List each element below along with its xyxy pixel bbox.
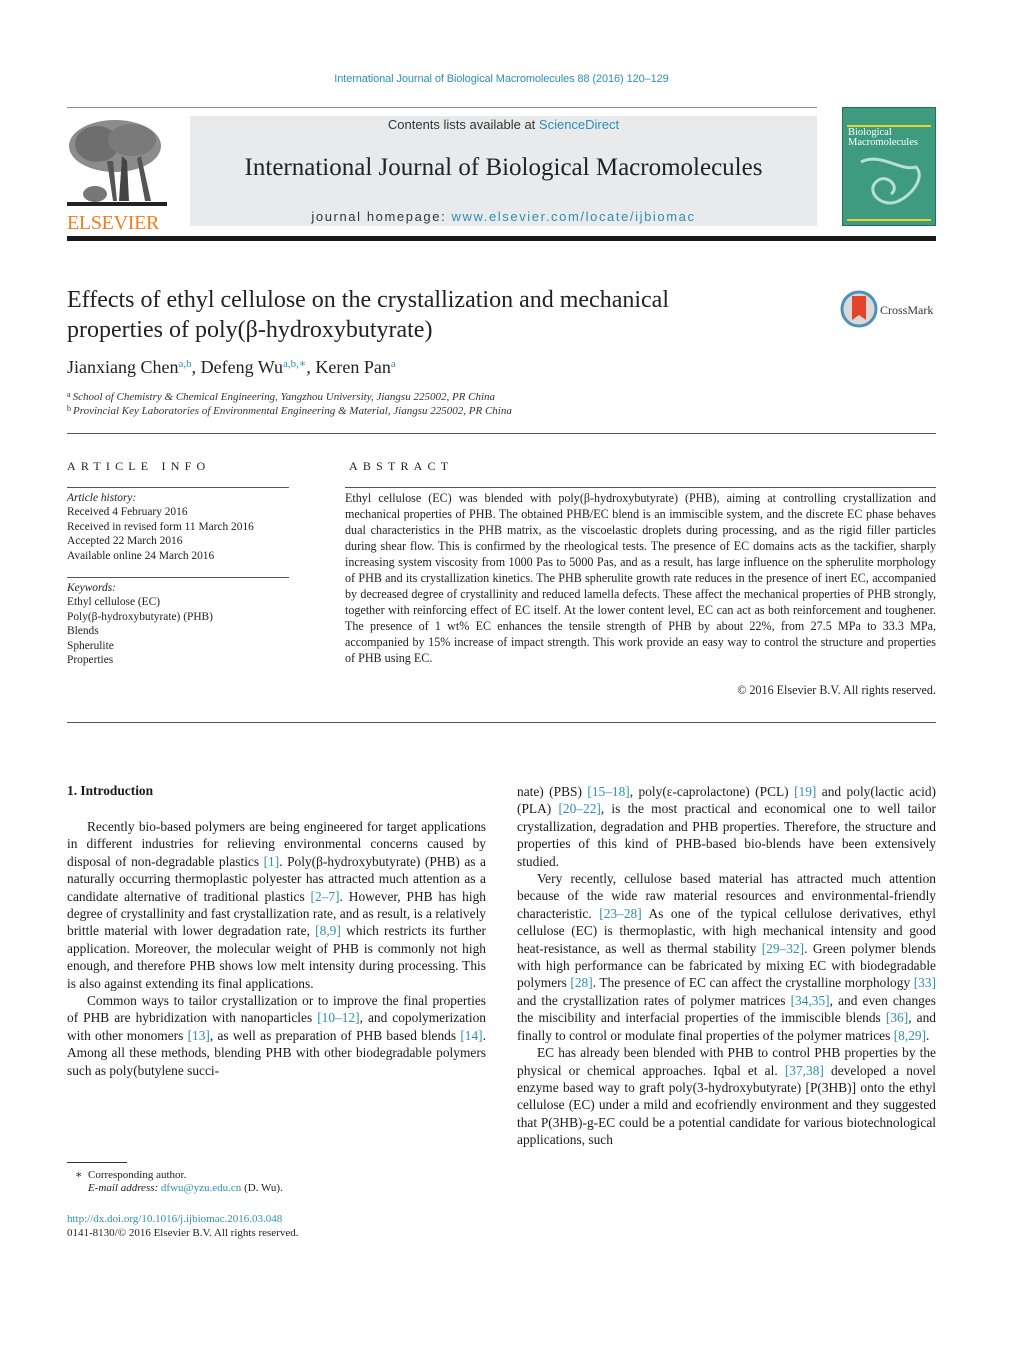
author[interactable]: Keren Pana xyxy=(315,357,395,377)
divider xyxy=(67,433,936,434)
history-item: Received in revised form 11 March 2016 xyxy=(67,520,254,533)
paragraph-text: . The presence of EC can affect the crys… xyxy=(592,975,914,991)
journal-cover-thumbnail[interactable]: Biological Macromolecules xyxy=(842,107,936,226)
section-heading: 1. Introduction xyxy=(67,783,154,798)
article-title: Effects of ethyl cellulose on the crysta… xyxy=(67,287,669,343)
cover-title: Biological Macromolecules xyxy=(848,127,918,148)
paragraph: nate) (PBS) [15–18], poly(ε-caprolactone… xyxy=(517,783,936,870)
divider xyxy=(345,487,936,488)
citation-link[interactable]: [14] xyxy=(460,1028,482,1043)
contents-prefix: Contents lists available at xyxy=(387,117,539,132)
citation-link[interactable]: [8,9] xyxy=(315,923,341,938)
issn-line: 0141-8130/© 2016 Elsevier B.V. All right… xyxy=(67,1227,299,1239)
protein-ribbon-icon xyxy=(860,157,921,205)
author[interactable]: Defeng Wua,b,∗ xyxy=(201,357,307,377)
citation-link[interactable]: [10–12] xyxy=(317,1010,359,1025)
keyword: Poly(β-hydroxybutyrate) (PHB) xyxy=(67,610,213,623)
paragraph: Very recently, cellulose based material … xyxy=(517,870,936,1044)
keyword: Ethyl cellulose (EC) xyxy=(67,596,160,609)
elsevier-tree-icon xyxy=(67,116,167,208)
paragraph: Common ways to tailor crystallization or… xyxy=(67,992,486,1079)
author[interactable]: Jianxiang Chena,b xyxy=(67,357,192,377)
citation-link[interactable]: [33] xyxy=(914,975,936,990)
article-history: Article history: Received 4 February 201… xyxy=(67,491,297,563)
contents-line: Contents lists available at ScienceDirec… xyxy=(190,117,817,132)
doi-link[interactable]: http://dx.doi.org/10.1016/j.ijbiomac.201… xyxy=(67,1213,282,1225)
cover-stripe-bottom xyxy=(847,219,931,221)
paragraph-text: . xyxy=(926,1027,930,1043)
citation-link[interactable]: [36] xyxy=(886,1010,908,1025)
paragraph-text: , as well as preparation of PHB based bl… xyxy=(209,1027,461,1043)
corresponding-author-note: ∗ Corresponding author. xyxy=(75,1169,187,1181)
journal-citation-link[interactable]: International Journal of Biological Macr… xyxy=(0,73,1003,85)
left-column: Recently bio-based polymers are being en… xyxy=(67,818,486,1079)
keyword: Blends xyxy=(67,625,99,638)
divider xyxy=(67,577,289,578)
abstract-heading: ABSTRACT xyxy=(349,459,454,473)
citation-link[interactable]: [1] xyxy=(264,854,280,869)
article-info-heading: ARTICLE INFO xyxy=(67,459,211,473)
paragraph-text: , poly(ε-caprolactone) (PCL) xyxy=(629,784,795,799)
citation-link[interactable]: [2–7] xyxy=(311,889,340,904)
crossmark-icon xyxy=(840,290,878,328)
footnote-rule xyxy=(67,1162,127,1163)
homepage-prefix: journal homepage: xyxy=(311,209,452,224)
history-item: Accepted 22 March 2016 xyxy=(67,535,183,548)
paragraph-text: and the crystallization rates of polymer… xyxy=(517,992,791,1008)
history-item: Available online 24 March 2016 xyxy=(67,549,215,562)
homepage-link[interactable]: www.elsevier.com/locate/ijbiomac xyxy=(452,209,696,224)
paragraph-text: nate) (PBS) xyxy=(517,784,588,799)
sciencedirect-link[interactable]: ScienceDirect xyxy=(539,117,619,132)
email-note: E-mail address: dfwu@yzu.edu.cn (D. Wu). xyxy=(88,1182,283,1194)
affiliation: a School of Chemistry & Chemical Engineer… xyxy=(67,390,496,403)
paragraph: Recently bio-based polymers are being en… xyxy=(67,818,486,992)
journal-name: International Journal of Biological Macr… xyxy=(244,154,763,181)
citation-link[interactable]: [29–32] xyxy=(762,941,804,956)
author-list: Jianxiang Chena,b, Defeng Wua,b,∗, Keren… xyxy=(67,357,396,377)
citation-link[interactable]: [34,35] xyxy=(791,993,830,1008)
citation-link[interactable]: [13] xyxy=(188,1028,210,1043)
citation-link[interactable]: [19] xyxy=(794,784,816,799)
header-thick-rule xyxy=(67,236,936,241)
citation-link[interactable]: [8,29] xyxy=(894,1028,926,1043)
citation-link[interactable]: [37,38] xyxy=(785,1063,824,1078)
header-rule xyxy=(67,107,817,108)
paragraph: EC has already been blended with PHB to … xyxy=(517,1044,936,1148)
abstract-text: Ethyl cellulose (EC) was blended with po… xyxy=(345,491,936,665)
citation-link[interactable]: [15–18] xyxy=(587,784,629,799)
keyword: Properties xyxy=(67,654,114,667)
elsevier-wordmark: ELSEVIER xyxy=(67,212,160,234)
citation-link[interactable]: [28] xyxy=(570,975,592,990)
divider xyxy=(67,487,289,488)
affiliation: b Provincial Key Laboratories of Environm… xyxy=(67,404,512,417)
crossmark-button[interactable]: CrossMark xyxy=(840,290,940,330)
keyword: Spherulite xyxy=(67,639,114,652)
keywords: Keywords: Ethyl cellulose (EC) Poly(β-hy… xyxy=(67,581,297,667)
email-link[interactable]: dfwu@yzu.edu.cn xyxy=(161,1182,241,1194)
elsevier-logo[interactable]: ELSEVIER xyxy=(67,116,167,233)
history-item: Received 4 February 2016 xyxy=(67,506,188,519)
crossmark-label: CrossMark xyxy=(880,303,934,317)
divider xyxy=(67,722,936,723)
citation-link[interactable]: [23–28] xyxy=(599,906,641,921)
right-column: nate) (PBS) [15–18], poly(ε-caprolactone… xyxy=(517,783,936,1149)
citation-link[interactable]: [20–22] xyxy=(558,801,600,816)
homepage-line: journal homepage: www.elsevier.com/locat… xyxy=(190,209,817,224)
copyright: © 2016 Elsevier B.V. All rights reserved… xyxy=(737,683,936,697)
